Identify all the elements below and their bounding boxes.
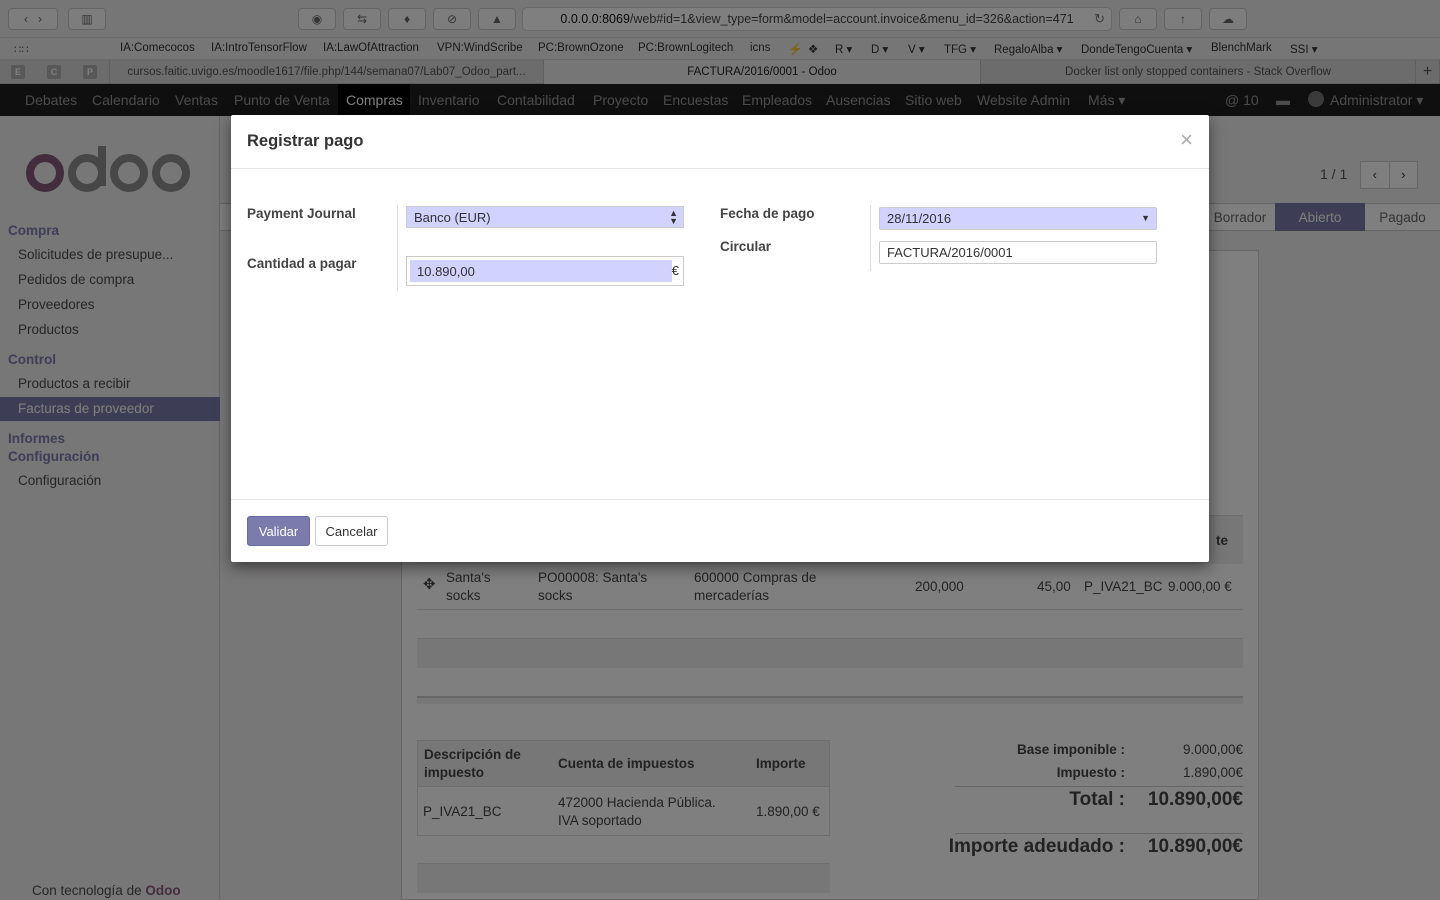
caret-down-icon[interactable]: ▼ bbox=[1141, 213, 1150, 223]
dialog-title: Registrar pago bbox=[247, 132, 364, 150]
journal-label: Payment Journal bbox=[247, 206, 356, 221]
date-value: 28/11/2016 bbox=[887, 211, 952, 226]
dialog-footer: Validar Cancelar bbox=[231, 499, 1209, 562]
memo-input[interactable]: FACTURA/2016/0001 bbox=[879, 241, 1157, 264]
cancel-button[interactable]: Cancelar bbox=[315, 516, 388, 546]
select-arrows-icon: ▲ ▼ bbox=[669, 208, 678, 226]
field-separator bbox=[397, 205, 398, 291]
amount-label: Cantidad a pagar bbox=[247, 256, 357, 271]
amount-field-wrapper: 10.890,00 € bbox=[406, 256, 684, 286]
amount-input[interactable]: 10.890,00 bbox=[410, 260, 672, 282]
journal-select[interactable]: Banco (EUR) ▲ ▼ bbox=[406, 206, 684, 228]
journal-value: Banco (EUR) bbox=[414, 209, 491, 225]
validate-button[interactable]: Validar bbox=[247, 516, 310, 546]
register-payment-dialog: Registrar pago × Payment Journal Cantida… bbox=[231, 115, 1209, 562]
currency-symbol: € bbox=[671, 263, 679, 278]
amount-value: 10.890,00 bbox=[417, 263, 475, 279]
field-separator-2 bbox=[870, 205, 871, 271]
close-icon[interactable]: × bbox=[1180, 129, 1193, 151]
date-label: Fecha de pago bbox=[720, 206, 815, 221]
memo-label: Circular bbox=[720, 239, 772, 254]
memo-value: FACTURA/2016/0001 bbox=[887, 245, 1013, 260]
dialog-header: Registrar pago × bbox=[231, 115, 1209, 169]
payment-date-input[interactable]: 28/11/2016 ▼ bbox=[879, 207, 1157, 230]
